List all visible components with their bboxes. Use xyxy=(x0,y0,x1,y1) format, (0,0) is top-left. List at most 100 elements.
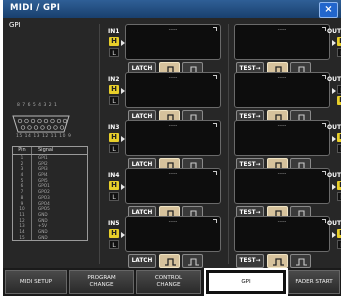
tab-label: MIDI SETUP xyxy=(19,278,53,285)
input-label: IN1 xyxy=(108,28,120,35)
input-assign-value: ---- xyxy=(168,74,178,81)
output-polarity-pulse-button[interactable] xyxy=(290,254,311,268)
output-assign-button[interactable]: ---- xyxy=(234,120,330,156)
output-label: OUT2 xyxy=(327,76,341,83)
output-assign-value: ---- xyxy=(277,122,287,129)
popup-corner-icon xyxy=(322,75,326,79)
output-assign-button[interactable]: ---- xyxy=(234,24,330,60)
output-high-indicator: H xyxy=(337,37,341,46)
gpi-panel: GPI 8 7 6 5 4 3 2 1 15 14 13 12 11 10 9 … xyxy=(3,18,341,268)
latch-button[interactable]: LATCH xyxy=(128,254,156,268)
popup-corner-icon xyxy=(213,219,217,223)
input-assign-value: ---- xyxy=(168,218,178,225)
input-assign-button[interactable]: ---- xyxy=(125,216,221,252)
output-polarity-latch-button[interactable] xyxy=(267,254,288,268)
tab-label-line1: PROGRAM xyxy=(87,275,116,281)
input-low-indicator: L xyxy=(109,96,119,105)
output-label: OUT3 xyxy=(327,124,341,131)
output-assign-value: ---- xyxy=(277,170,287,177)
column-header-pin: Pin xyxy=(13,147,32,154)
input-assign-button[interactable]: ---- xyxy=(125,24,221,60)
input-high-indicator: H xyxy=(109,181,119,190)
popup-corner-icon xyxy=(322,219,326,223)
popup-corner-icon xyxy=(322,27,326,31)
output-high-indicator: H xyxy=(337,229,341,238)
tab-program-change[interactable]: PROGRAM CHANGE xyxy=(69,270,134,294)
input-label: IN4 xyxy=(108,172,120,179)
output-high-indicator: H xyxy=(337,133,341,142)
pin-number: 15 xyxy=(13,234,32,241)
pin-assignment-table: Pin Signal 1 GPI1 2 GPI2 3 GPI3 4 GPI4 5 GPI5 6 GPO… xyxy=(12,146,88,242)
connector-top-numbers: 8 7 6 5 4 3 2 1 xyxy=(17,103,58,108)
tab-label-line2: CHANGE xyxy=(89,282,114,288)
tab-fader-start[interactable]: FADER START xyxy=(288,270,340,294)
output-label: OUT5 xyxy=(327,220,341,227)
arrow-right-icon xyxy=(332,88,336,94)
output-assign-value: ---- xyxy=(277,74,287,81)
input-assign-value: ---- xyxy=(168,26,178,33)
output-low-indicator: L xyxy=(337,144,341,153)
tab-midi-setup[interactable]: MIDI SETUP xyxy=(5,270,67,294)
window-title: MIDI / GPI xyxy=(10,3,61,13)
output-low-indicator: L xyxy=(337,240,341,249)
input-high-indicator: H xyxy=(109,37,119,46)
input-label: IN2 xyxy=(108,76,120,83)
input-high-indicator: H xyxy=(109,133,119,142)
gpi-section-label: GPI xyxy=(9,21,21,29)
input-low-indicator: L xyxy=(109,192,119,201)
popup-corner-icon xyxy=(213,171,217,175)
input-low-indicator: L xyxy=(109,240,119,249)
bottom-tab-bar: MIDI SETUP PROGRAM CHANGE CONTROL CHANGE… xyxy=(3,268,341,296)
midi-gpi-window: MIDI / GPI × GPI 8 7 6 5 4 3 2 1 15 14 1… xyxy=(3,0,341,296)
output-assign-button[interactable]: ---- xyxy=(234,72,330,108)
popup-corner-icon xyxy=(213,75,217,79)
input-low-indicator: L xyxy=(109,144,119,153)
column-header-signal: Signal xyxy=(38,147,54,153)
input-assign-value: ---- xyxy=(168,122,178,129)
input-assign-button[interactable]: ---- xyxy=(125,120,221,156)
test-button[interactable]: TEST→ xyxy=(236,254,264,268)
tab-control-change[interactable]: CONTROL CHANGE xyxy=(136,270,201,294)
output-assign-value: ---- xyxy=(277,26,287,33)
pin-signal: GND xyxy=(38,234,48,240)
tab-label-line2: CHANGE xyxy=(156,282,181,288)
column-separator xyxy=(99,24,100,264)
input-label: IN3 xyxy=(108,124,120,131)
tab-label: FADER START xyxy=(295,278,333,285)
input-assign-button[interactable]: ---- xyxy=(125,168,221,204)
dsub-connector-icon xyxy=(12,115,70,133)
table-header: Pin Signal xyxy=(13,147,87,155)
output-label: OUT4 xyxy=(327,172,341,179)
table-row: 15 GND xyxy=(13,234,87,241)
tab-label: GPI xyxy=(241,278,251,285)
input-assign-button[interactable]: ---- xyxy=(125,72,221,108)
input-polarity-pulse-button[interactable] xyxy=(182,254,203,268)
close-icon: × xyxy=(324,4,333,15)
output-label: OUT1 xyxy=(327,28,341,35)
title-bar: MIDI / GPI × xyxy=(3,0,341,18)
output-high-indicator: H xyxy=(337,96,341,105)
connector-bottom-numbers: 15 14 13 12 11 10 9 xyxy=(16,134,72,139)
output-assign-button[interactable]: ---- xyxy=(234,168,330,204)
tab-label-line1: CONTROL xyxy=(154,275,183,281)
output-low-indicator: L xyxy=(337,192,341,201)
arrow-right-icon xyxy=(332,40,336,46)
output-high-indicator: H xyxy=(337,181,341,190)
arrow-right-icon xyxy=(332,136,336,142)
popup-corner-icon xyxy=(322,123,326,127)
close-button[interactable]: × xyxy=(319,2,338,18)
input-polarity-latch-button[interactable] xyxy=(159,254,180,268)
output-low-indicator: L xyxy=(337,48,341,57)
input-label: IN5 xyxy=(108,220,120,227)
output-assign-button[interactable]: ---- xyxy=(234,216,330,252)
output-low-indicator: L xyxy=(337,85,341,94)
input-assign-value: ---- xyxy=(168,170,178,177)
input-low-indicator: L xyxy=(109,48,119,57)
output-assign-value: ---- xyxy=(277,218,287,225)
arrow-right-icon xyxy=(332,184,336,190)
column-separator xyxy=(228,24,229,264)
arrow-right-icon xyxy=(332,232,336,238)
tab-gpi[interactable]: GPI xyxy=(204,268,288,296)
input-high-indicator: H xyxy=(109,229,119,238)
popup-corner-icon xyxy=(322,171,326,175)
